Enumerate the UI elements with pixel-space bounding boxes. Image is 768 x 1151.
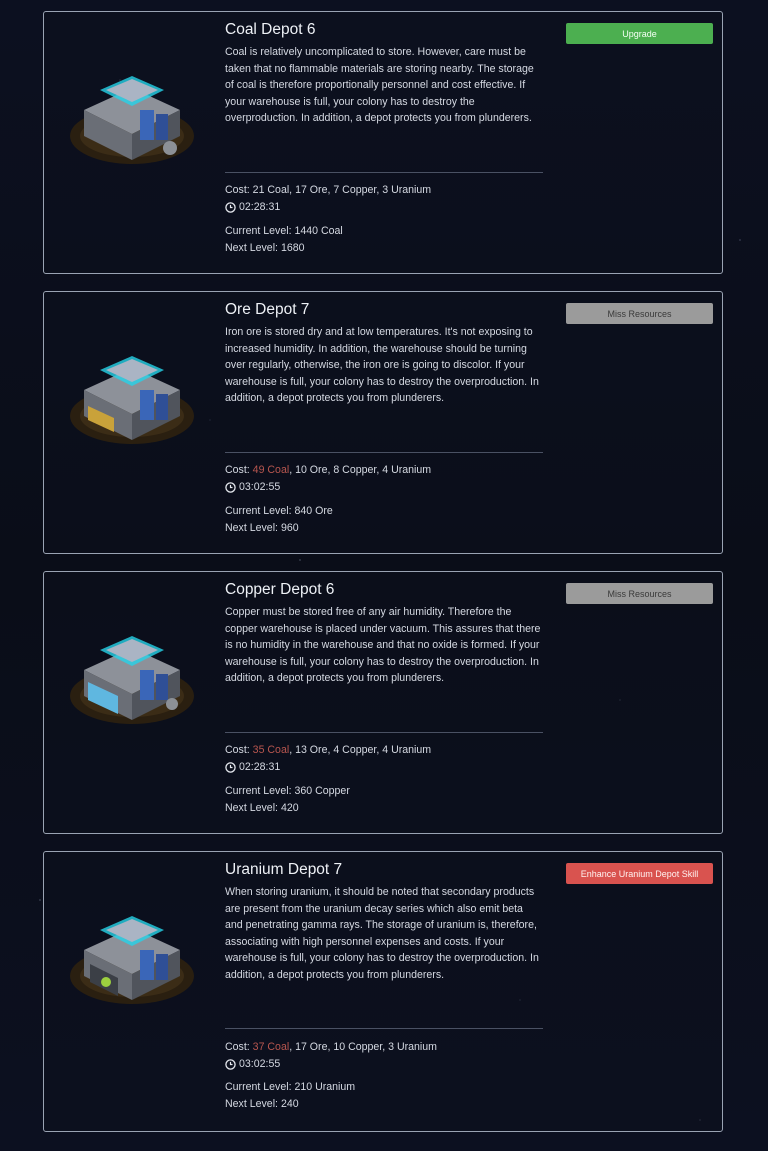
- build-time-value: 02:28:31: [239, 761, 281, 773]
- depot-title: Coal Depot 6: [225, 21, 316, 38]
- upgrade-button[interactable]: Upgrade: [566, 23, 713, 44]
- current-level: Current Level: 210 Uranium: [225, 1081, 356, 1093]
- build-time: 03:02:55: [225, 481, 280, 493]
- uranium-depot-image: [70, 916, 194, 1004]
- next-level: Next Level: 1680: [225, 242, 305, 254]
- miss-resources-button[interactable]: Miss Resources: [566, 583, 713, 604]
- cost-insufficient: 37 Coal: [252, 1041, 290, 1053]
- depot-card-coal: Coal Depot 6 Coal is relatively uncompli…: [43, 11, 723, 274]
- depot-title: Copper Depot 6: [225, 581, 335, 598]
- current-level: Current Level: 1440 Coal: [225, 225, 343, 237]
- depot-description: When storing uranium, it should be noted…: [225, 886, 539, 981]
- divider: [225, 1028, 543, 1029]
- current-level: Current Level: 360 Copper: [225, 785, 350, 797]
- divider: [225, 172, 543, 173]
- divider: [225, 732, 543, 733]
- clock-icon: [225, 1058, 236, 1070]
- depot-description: Copper must be stored free of any air hu…: [225, 606, 541, 684]
- depot-cost: Cost: 21 Coal, 17 Ore, 7 Copper, 3 Urani…: [225, 184, 431, 196]
- build-time-value: 02:28:31: [239, 201, 281, 213]
- depot-cost: Cost: 35 Coal, 13 Ore, 4 Copper, 4 Urani…: [225, 744, 431, 756]
- cost-insufficient: 35 Coal: [252, 744, 290, 756]
- next-level: Next Level: 960: [225, 522, 299, 534]
- next-level: Next Level: 240: [225, 1098, 299, 1110]
- build-time-value: 03:02:55: [239, 1058, 281, 1070]
- clock-icon: [225, 481, 236, 493]
- build-time-value: 03:02:55: [239, 481, 281, 493]
- depot-description: Coal is relatively uncomplicated to stor…: [225, 46, 534, 124]
- clock-icon: [225, 201, 236, 213]
- build-time: 02:28:31: [225, 761, 280, 773]
- cost-remaining: , 10 Ore, 8 Copper, 4 Uranium: [289, 464, 432, 476]
- next-level: Next Level: 420: [225, 802, 299, 814]
- copper-depot-image: [70, 636, 194, 724]
- cost-label: Cost:: [225, 1041, 253, 1053]
- depot-title: Uranium Depot 7: [225, 861, 343, 878]
- depot-card-ore: Ore Depot 7 Iron ore is stored dry and a…: [43, 291, 723, 554]
- depot-description: Iron ore is stored dry and at low temper…: [225, 326, 539, 404]
- miss-resources-button[interactable]: Miss Resources: [566, 303, 713, 324]
- coal-depot-image: [70, 76, 194, 164]
- divider: [225, 452, 543, 453]
- cost-remaining: 21 Coal, 17 Ore, 7 Copper, 3 Uranium: [252, 184, 432, 196]
- enhance-skill-button[interactable]: Enhance Uranium Depot Skill: [566, 863, 713, 884]
- clock-icon: [225, 761, 236, 773]
- ore-depot-image: [70, 356, 194, 444]
- depot-cost: Cost: 49 Coal, 10 Ore, 8 Copper, 4 Urani…: [225, 464, 431, 476]
- cost-insufficient: 49 Coal: [252, 464, 290, 476]
- cost-label: Cost:: [225, 464, 253, 476]
- build-time: 03:02:55: [225, 1058, 280, 1070]
- depot-card-copper: Copper Depot 6 Copper must be stored fre…: [43, 571, 723, 834]
- cost-label: Cost:: [225, 184, 253, 196]
- cost-label: Cost:: [225, 744, 253, 756]
- current-level: Current Level: 840 Ore: [225, 505, 333, 517]
- cost-remaining: , 17 Ore, 10 Copper, 3 Uranium: [289, 1041, 437, 1053]
- build-time: 02:28:31: [225, 201, 280, 213]
- depot-cost: Cost: 37 Coal, 17 Ore, 10 Copper, 3 Uran…: [225, 1041, 437, 1053]
- depot-title: Ore Depot 7: [225, 301, 310, 318]
- depot-card-uranium: Uranium Depot 7 When storing uranium, it…: [43, 851, 723, 1132]
- cost-remaining: , 13 Ore, 4 Copper, 4 Uranium: [289, 744, 432, 756]
